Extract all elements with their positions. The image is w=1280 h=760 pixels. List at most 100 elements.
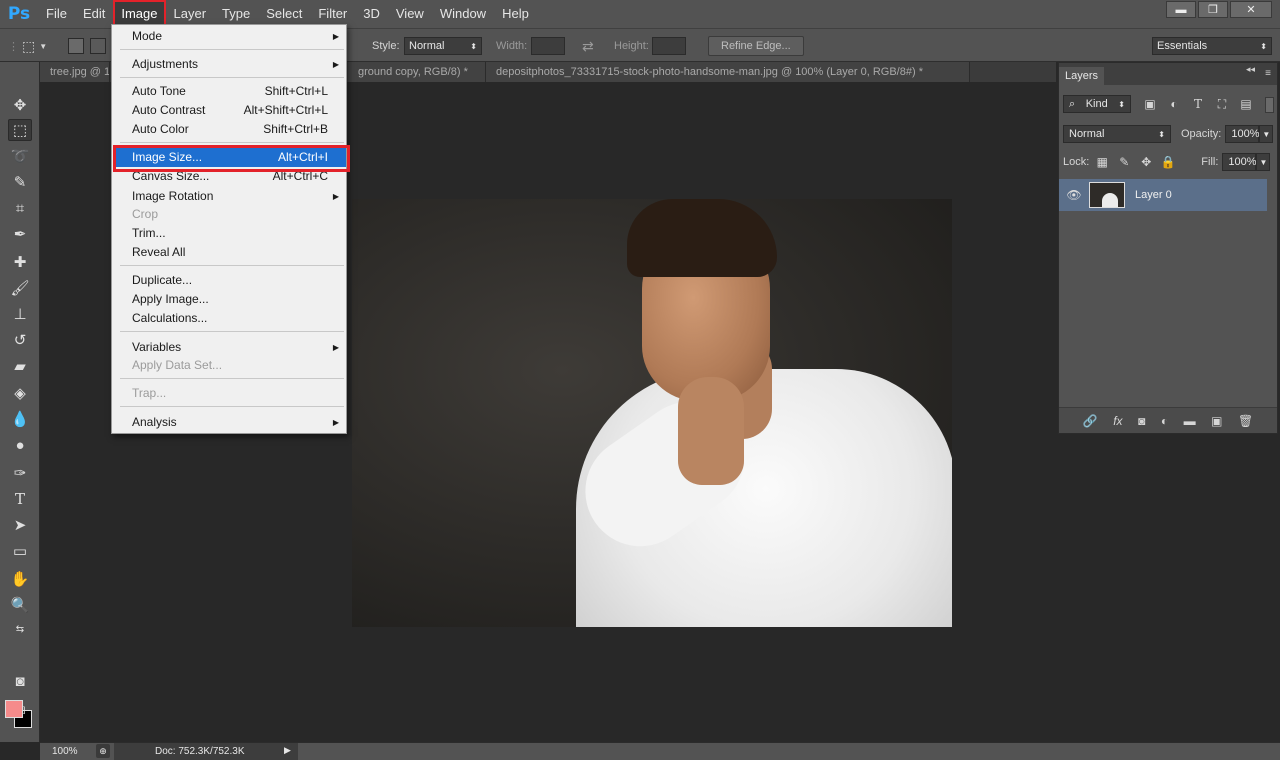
menu-edit[interactable]: Edit bbox=[75, 0, 113, 28]
menu-item-mode[interactable]: Mode ▶ bbox=[113, 27, 346, 46]
add-selection-icon[interactable] bbox=[90, 29, 106, 63]
menu-file[interactable]: File bbox=[38, 0, 75, 28]
menu-item-trim[interactable]: Trim... bbox=[113, 224, 346, 243]
menu-item-image-size[interactable]: Image Size... Alt+Ctrl+I bbox=[113, 148, 346, 167]
layers-tab[interactable]: Layers bbox=[1059, 67, 1105, 85]
eye-icon[interactable]: 👁 bbox=[1059, 188, 1089, 202]
lock-image-icon[interactable]: ✎ bbox=[1115, 153, 1133, 171]
type-icon[interactable]: T bbox=[8, 488, 32, 510]
status-menu-icon[interactable]: ▶ bbox=[284, 745, 291, 756]
filter-smart-object-icon[interactable]: ▤ bbox=[1237, 95, 1255, 113]
menu-item-duplicate[interactable]: Duplicate... bbox=[113, 271, 346, 290]
panel-menu-icon[interactable]: ≡ bbox=[1265, 68, 1271, 79]
filter-shape-icon[interactable]: ⛶ bbox=[1213, 95, 1231, 113]
marquee-preset-icon[interactable]: ⬚ ▼ bbox=[22, 29, 47, 63]
menu-item-label: Adjustments bbox=[132, 57, 199, 71]
share-icon[interactable]: ⊕ bbox=[96, 744, 110, 758]
healing-icon[interactable]: ✚ bbox=[8, 251, 32, 273]
tab-tree[interactable]: tree.jpg @ 1 bbox=[40, 62, 110, 82]
menu-3d[interactable]: 3D bbox=[355, 0, 388, 28]
lasso-icon[interactable]: ➰ bbox=[8, 145, 32, 167]
menu-item-adjustments[interactable]: Adjustments ▶ bbox=[113, 55, 346, 74]
zoom-level[interactable]: 100% bbox=[52, 746, 78, 757]
lock-position-icon[interactable]: ✥ bbox=[1137, 153, 1155, 171]
menu-item-canvas-size[interactable]: Canvas Size... Alt+Ctrl+C bbox=[113, 167, 346, 186]
menu-item-auto-tone[interactable]: Auto Tone Shift+Ctrl+L bbox=[113, 82, 346, 101]
zoom-icon[interactable]: 🔍 bbox=[8, 594, 32, 616]
opacity-input[interactable]: 100% bbox=[1225, 125, 1260, 143]
menu-separator bbox=[120, 331, 344, 332]
filter-pixel-icon[interactable]: ▣ bbox=[1141, 95, 1159, 113]
submenu-arrow-icon: ▶ bbox=[332, 60, 339, 69]
menu-item-auto-contrast[interactable]: Auto Contrast Alt+Shift+Ctrl+L bbox=[113, 101, 346, 120]
collapse-icon[interactable]: ◂◂ bbox=[1246, 64, 1255, 75]
paint-bucket-icon[interactable]: ◈ bbox=[8, 382, 32, 404]
minimize-button[interactable]: ▬ bbox=[1166, 1, 1196, 18]
dodge-icon[interactable]: ● bbox=[8, 434, 32, 456]
adjustment-layer-icon[interactable]: ◐ bbox=[1161, 414, 1168, 428]
opacity-dropdown-icon[interactable]: ▼ bbox=[1259, 125, 1274, 143]
folder-icon[interactable]: ▬ bbox=[1184, 414, 1196, 428]
new-layer-icon[interactable]: ▣ bbox=[1211, 414, 1222, 428]
blend-mode-select[interactable]: Normal ⬍ bbox=[1063, 125, 1171, 143]
tab-background-copy[interactable]: ground copy, RGB/8) * bbox=[348, 62, 486, 82]
mask-icon[interactable]: ◙ bbox=[1138, 414, 1145, 428]
layers-panel: Layers ◂◂ ≡ ⌕ Kind ⬍ ▣ ◐ T ⛶ ▤ Normal ⬍ … bbox=[1058, 62, 1278, 434]
filter-adjustment-icon[interactable]: ◐ bbox=[1165, 95, 1183, 113]
fill-dropdown-icon[interactable]: ▼ bbox=[1256, 153, 1271, 171]
menu-item-analysis[interactable]: Analysis ▶ bbox=[113, 413, 346, 432]
brush-icon[interactable]: 🖌 bbox=[8, 277, 32, 299]
blur-icon[interactable]: 💧 bbox=[8, 408, 32, 430]
quick-select-icon[interactable]: ✎ bbox=[8, 171, 32, 193]
workspace-select[interactable]: Essentials ⬍ bbox=[1152, 29, 1272, 63]
style-select[interactable]: Normal ⬍ bbox=[404, 29, 482, 63]
menu-item-variables[interactable]: Variables ▶ bbox=[113, 338, 346, 357]
menu-separator bbox=[120, 406, 344, 407]
restore-button[interactable]: ❐ bbox=[1198, 1, 1228, 18]
eyedropper-icon[interactable]: ✒ bbox=[8, 223, 32, 245]
menu-item-apply-image[interactable]: Apply Image... bbox=[113, 290, 346, 309]
spin-arrows-icon: ⬍ bbox=[470, 41, 477, 51]
stamp-icon[interactable]: ⊥ bbox=[8, 303, 32, 325]
move-icon[interactable]: ✥ bbox=[8, 94, 32, 116]
refine-edge-button[interactable]: Refine Edge... bbox=[708, 29, 804, 63]
eraser-icon[interactable]: ▰ bbox=[8, 355, 32, 377]
width-input[interactable] bbox=[531, 29, 565, 63]
path-select-icon[interactable]: ➤ bbox=[8, 514, 32, 536]
menu-item-calculations[interactable]: Calculations... bbox=[113, 309, 346, 328]
menu-item-reveal-all[interactable]: Reveal All bbox=[113, 243, 346, 262]
filter-kind-select[interactable]: ⌕ Kind ⬍ bbox=[1063, 95, 1131, 113]
filter-toggle[interactable] bbox=[1265, 97, 1274, 113]
link-icon[interactable]: 🔗 bbox=[1083, 414, 1098, 428]
rectangle-icon[interactable]: ▭ bbox=[8, 540, 32, 562]
document-image[interactable] bbox=[352, 199, 952, 627]
menu-view[interactable]: View bbox=[388, 0, 432, 28]
fx-icon[interactable]: fx bbox=[1113, 414, 1122, 428]
history-brush-icon[interactable]: ↺ bbox=[8, 329, 32, 351]
lock-transparent-icon[interactable]: ▦ bbox=[1093, 153, 1111, 171]
menu-item-label: Image Rotation bbox=[132, 189, 214, 203]
height-input[interactable] bbox=[652, 29, 686, 63]
layer-row[interactable]: 👁 Layer 0 bbox=[1059, 179, 1267, 211]
pen-icon[interactable]: ✑ bbox=[8, 462, 32, 484]
menu-item-auto-color[interactable]: Auto Color Shift+Ctrl+B bbox=[113, 120, 346, 139]
fill-input[interactable]: 100% bbox=[1222, 153, 1257, 171]
close-button[interactable]: ✕ bbox=[1230, 1, 1272, 18]
swap-colors-icon[interactable]: ⇆ bbox=[8, 618, 32, 640]
hand-icon[interactable]: ✋ bbox=[8, 568, 32, 590]
lock-label: Lock: bbox=[1063, 156, 1090, 168]
menu-item-image-rotation[interactable]: Image Rotation ▶ bbox=[113, 187, 346, 206]
tab-depositphotos[interactable]: depositphotos_73331715-stock-photo-hands… bbox=[486, 62, 970, 82]
marquee-icon[interactable]: ⬚ bbox=[8, 119, 32, 141]
quick-mask-icon[interactable]: ◙ bbox=[8, 670, 32, 692]
filter-type-icon[interactable]: T bbox=[1189, 95, 1207, 113]
menu-window[interactable]: Window bbox=[432, 0, 494, 28]
new-selection-icon[interactable] bbox=[68, 29, 84, 63]
filter-row: ⌕ Kind ⬍ ▣ ◐ T ⛶ ▤ bbox=[1063, 95, 1280, 113]
crop-icon[interactable]: ⌗ bbox=[8, 197, 32, 219]
lock-all-icon[interactable]: 🔒 bbox=[1159, 153, 1177, 171]
foreground-color-swatch[interactable] bbox=[5, 700, 23, 718]
menu-help[interactable]: Help bbox=[494, 0, 537, 28]
swap-icon[interactable]: ⇄ bbox=[582, 29, 594, 63]
trash-icon[interactable]: 🗑 bbox=[1238, 414, 1253, 428]
